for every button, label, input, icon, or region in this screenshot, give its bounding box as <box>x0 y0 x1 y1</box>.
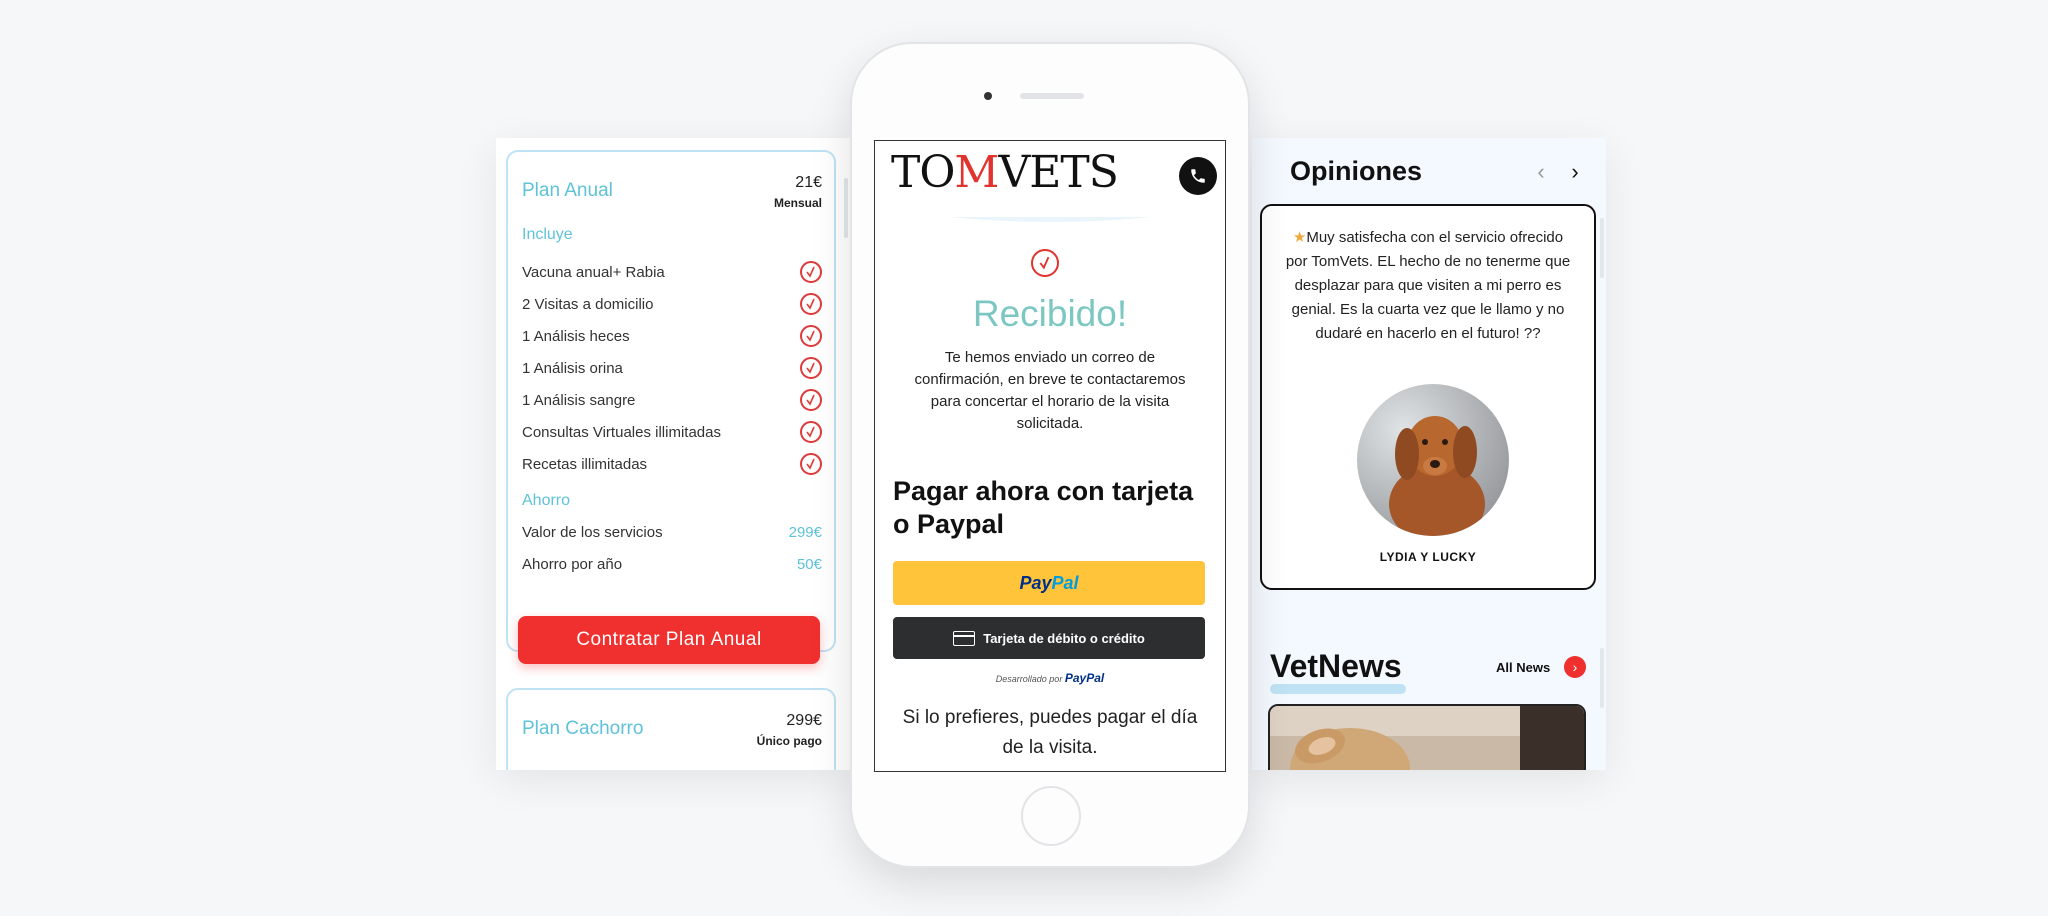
plan-title: Plan Cachorro <box>522 718 644 739</box>
scrollbar[interactable] <box>1600 218 1604 278</box>
feature-row: 2 Visitas a domicilio <box>522 288 822 320</box>
check-icon <box>800 357 822 379</box>
feature-row: Consultas Virtuales illimitadas <box>522 416 822 448</box>
news-thumbnail[interactable] <box>1268 704 1586 770</box>
card-payment-button[interactable]: Tarjeta de débito o crédito <box>893 617 1205 659</box>
feature-row: Vacuna anual+ Rabia <box>522 256 822 288</box>
feature-label: 1 Análisis orina <box>522 359 623 377</box>
pay-later-text: Si lo prefieres, puedes pagar el día de … <box>902 707 1198 758</box>
paypal-word-pay: Pay <box>1019 572 1052 593</box>
feature-label: Recetas illimitadas <box>522 455 648 473</box>
feature-label: 1 Análisis sangre <box>522 391 636 409</box>
feature-label: Consultas Virtuales illimitadas <box>522 423 721 441</box>
logo-part: TO <box>891 147 955 198</box>
feature-label: Vacuna anual+ Rabia <box>522 263 665 281</box>
logo-part: M <box>954 147 999 198</box>
plan-title: Plan Anual <box>522 180 613 201</box>
contract-plan-button[interactable]: Contratar Plan Anual <box>518 616 820 664</box>
chevron-right-icon[interactable]: › <box>1564 656 1586 678</box>
powered-prefix: Desarrollado por <box>995 674 1063 684</box>
reviewer-photo <box>1357 384 1509 536</box>
scrollbar[interactable] <box>844 178 848 238</box>
title-underline <box>1270 684 1406 694</box>
check-icon <box>800 325 822 347</box>
review-text: ★Muy satisfecha con el servicio ofrecido… <box>1280 226 1576 346</box>
speaker-grill <box>1020 93 1084 99</box>
all-news-link[interactable]: All News <box>1496 660 1550 675</box>
opinions-title: Opiniones <box>1290 156 1423 186</box>
check-icon <box>800 261 822 283</box>
powered-brand: PayPal <box>1064 671 1105 685</box>
feature-label: 2 Visitas a domicilio <box>522 295 654 313</box>
paypal-button[interactable]: PayPal <box>893 561 1205 605</box>
confirmation-message: Te hemos enviado un correo de confirmaci… <box>914 349 1186 432</box>
next-arrow-icon[interactable]: › <box>1564 160 1586 184</box>
plan-card-cachorro: Plan Cachorro 299€ Único pago <box>506 688 836 770</box>
paypal-word-pal: Pal <box>1051 572 1079 593</box>
star-icon: ★ <box>1292 229 1307 246</box>
savings-row-value: 299€ <box>788 523 822 541</box>
savings-row-label: Ahorro por año <box>522 555 623 573</box>
savings-row: Ahorro por año 50€ <box>522 548 822 580</box>
scrollbar[interactable] <box>1600 648 1604 708</box>
phone-screen: TOMVETS Recibido! Te hemos enviado un co… <box>874 140 1226 772</box>
received-title: Recibido! <box>972 293 1128 334</box>
reviewer-name: LYDIA Y LUCKY <box>1379 550 1477 564</box>
check-icon <box>800 421 822 443</box>
credit-card-icon <box>953 630 976 646</box>
check-icon <box>800 389 822 411</box>
phone-mockup: TOMVETS Recibido! Te hemos enviado un co… <box>850 42 1250 868</box>
camera-dot <box>984 92 992 100</box>
feature-row: 1 Análisis orina <box>522 352 822 384</box>
review-body: Muy satisfecha con el servicio ofrecido … <box>1285 229 1571 342</box>
plans-panel: Plan Anual 21€ Mensual Incluye Vacuna an… <box>496 138 852 770</box>
home-button[interactable] <box>1021 786 1081 846</box>
feature-label: 1 Análisis heces <box>522 327 630 345</box>
card-button-label: Tarjeta de débito o crédito <box>983 630 1145 646</box>
plan-price: 299€ Único pago <box>757 712 822 748</box>
prev-arrow-icon[interactable]: ‹ <box>1530 160 1552 184</box>
price-value: 299€ <box>786 712 822 729</box>
check-icon <box>800 293 822 315</box>
phone-icon[interactable] <box>1179 157 1217 195</box>
success-check-icon <box>1031 249 1059 277</box>
savings-row-value: 50€ <box>796 555 822 573</box>
price-period: Mensual <box>773 196 822 210</box>
pay-now-heading: Pagar ahora con tarjeta o Paypal <box>893 476 1194 539</box>
includes-label: Incluye <box>522 226 573 243</box>
feature-row: 1 Análisis sangre <box>522 384 822 416</box>
review-card: ★Muy satisfecha con el servicio ofrecido… <box>1260 204 1596 590</box>
vetnews-title: VetNews <box>1270 648 1402 684</box>
tomvets-logo[interactable]: TOMVETS <box>891 147 1119 198</box>
savings-row-label: Valor de los servicios <box>522 523 663 541</box>
check-icon <box>800 453 822 475</box>
site-header: TOMVETS <box>875 141 1225 217</box>
powered-by-paypal: Desarrollado por PayPal <box>875 671 1225 685</box>
plan-price: 21€ Mensual <box>774 174 822 210</box>
logo-part: VETS <box>998 147 1118 198</box>
plan-card-anual: Plan Anual 21€ Mensual Incluye Vacuna an… <box>506 150 836 652</box>
feature-row: 1 Análisis heces <box>522 320 822 352</box>
feature-row: Recetas illimitadas <box>522 448 822 480</box>
price-period: Único pago <box>756 734 822 748</box>
savings-label: Ahorro <box>522 492 571 509</box>
opinions-panel: Opiniones ‹ › ★Muy satisfecha con el ser… <box>1252 138 1606 770</box>
savings-row: Valor de los servicios 299€ <box>522 516 822 548</box>
price-value: 21€ <box>795 174 822 191</box>
